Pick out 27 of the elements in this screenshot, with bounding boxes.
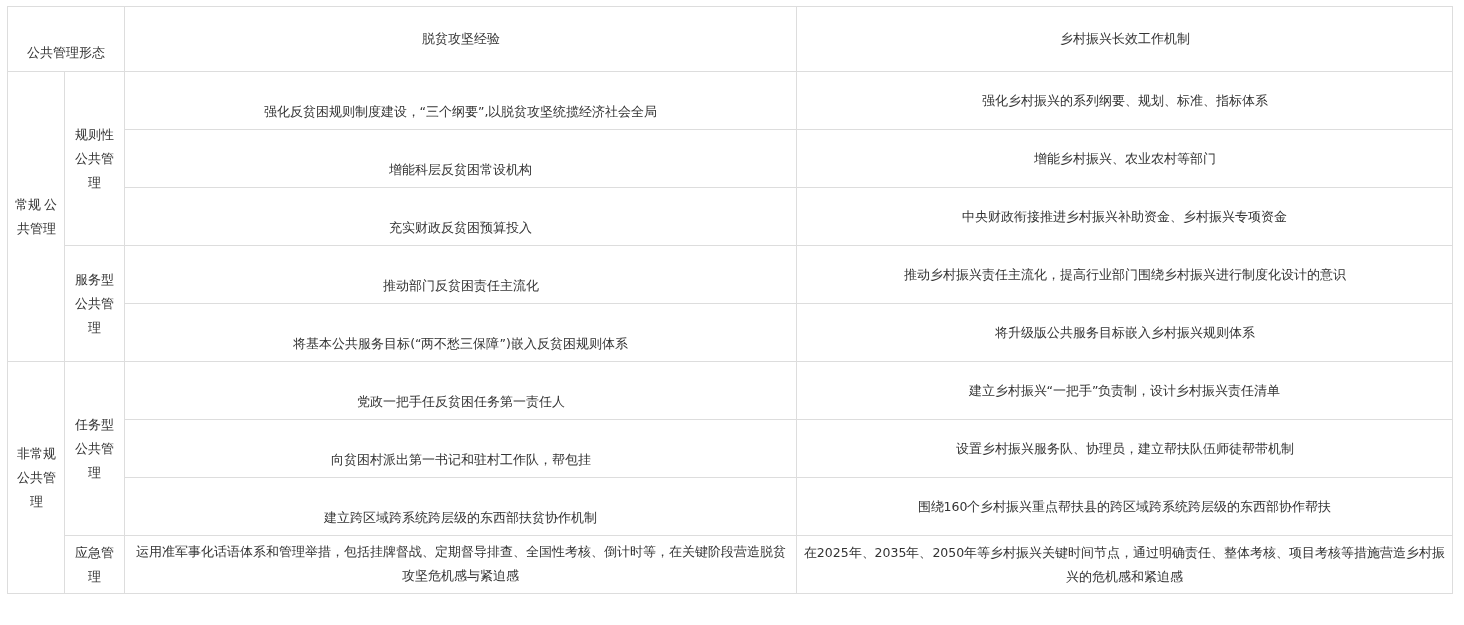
- table-cell: 党政一把手任反贫困任务第一责任人: [124, 361, 797, 420]
- table-cell: 增能乡村振兴、农业农村等部门: [796, 129, 1453, 188]
- column-header: 乡村振兴长效工作机制: [796, 6, 1453, 72]
- table-cell: 推动乡村振兴责任主流化，提高行业部门围绕乡村振兴进行制度化设计的意识: [796, 245, 1453, 304]
- table-cell: 将升级版公共服务目标嵌入乡村振兴规则体系: [796, 303, 1453, 362]
- table-cell: 强化乡村振兴的系列纲要、规划、标准、指标体系: [796, 71, 1453, 130]
- row-subgroup-label: 应急管理: [64, 535, 125, 594]
- table-cell: 向贫困村派出第一书记和驻村工作队，帮包挂: [124, 419, 797, 478]
- table-cell: 将基本公共服务目标(“两不愁三保障”)嵌入反贫困规则体系: [124, 303, 797, 362]
- table-cell: 在2025年、2035年、2050年等乡村振兴关键时间节点，通过明确责任、整体考核、项目考核等措施营造乡村振兴的危机感和紧迫感: [796, 535, 1453, 594]
- column-header: 脱贫攻坚经验: [124, 6, 797, 72]
- table-cell: 围绕160个乡村振兴重点帮扶县的跨区域跨系统跨层级的东西部协作帮扶: [796, 477, 1453, 536]
- row-group-label: 非常规公共管理: [7, 361, 65, 594]
- row-group-label: 常规 公共管理: [7, 71, 65, 362]
- row-subgroup-label: 任务型公共管理: [64, 361, 125, 536]
- column-header: 公共管理形态: [7, 6, 125, 72]
- row-subgroup-label: 规则性公共管理: [64, 71, 125, 246]
- row-subgroup-label: 服务型公共管理: [64, 245, 125, 362]
- table-cell: 建立跨区域跨系统跨层级的东西部扶贫协作机制: [124, 477, 797, 536]
- table-cell: 增能科层反贫困常设机构: [124, 129, 797, 188]
- table-cell: 运用准军事化话语体系和管理举措，包括挂牌督战、定期督导排查、全国性考核、倒计时等，在关键阶段营造脱贫攻坚危机感与紧迫感: [124, 535, 797, 594]
- table-cell: 中央财政衔接推进乡村振兴补助资金、乡村振兴专项资金: [796, 187, 1453, 246]
- table-cell: 强化反贫困规则制度建设，“三个纲要”,以脱贫攻坚统揽经济社会全局: [124, 71, 797, 130]
- table-cell: 充实财政反贫困预算投入: [124, 187, 797, 246]
- table-cell: 设置乡村振兴服务队、协理员，建立帮扶队伍师徒帮带机制: [796, 419, 1453, 478]
- table-cell: 建立乡村振兴“一把手”负责制，设计乡村振兴责任清单: [796, 361, 1453, 420]
- table-cell: 推动部门反贫困责任主流化: [124, 245, 797, 304]
